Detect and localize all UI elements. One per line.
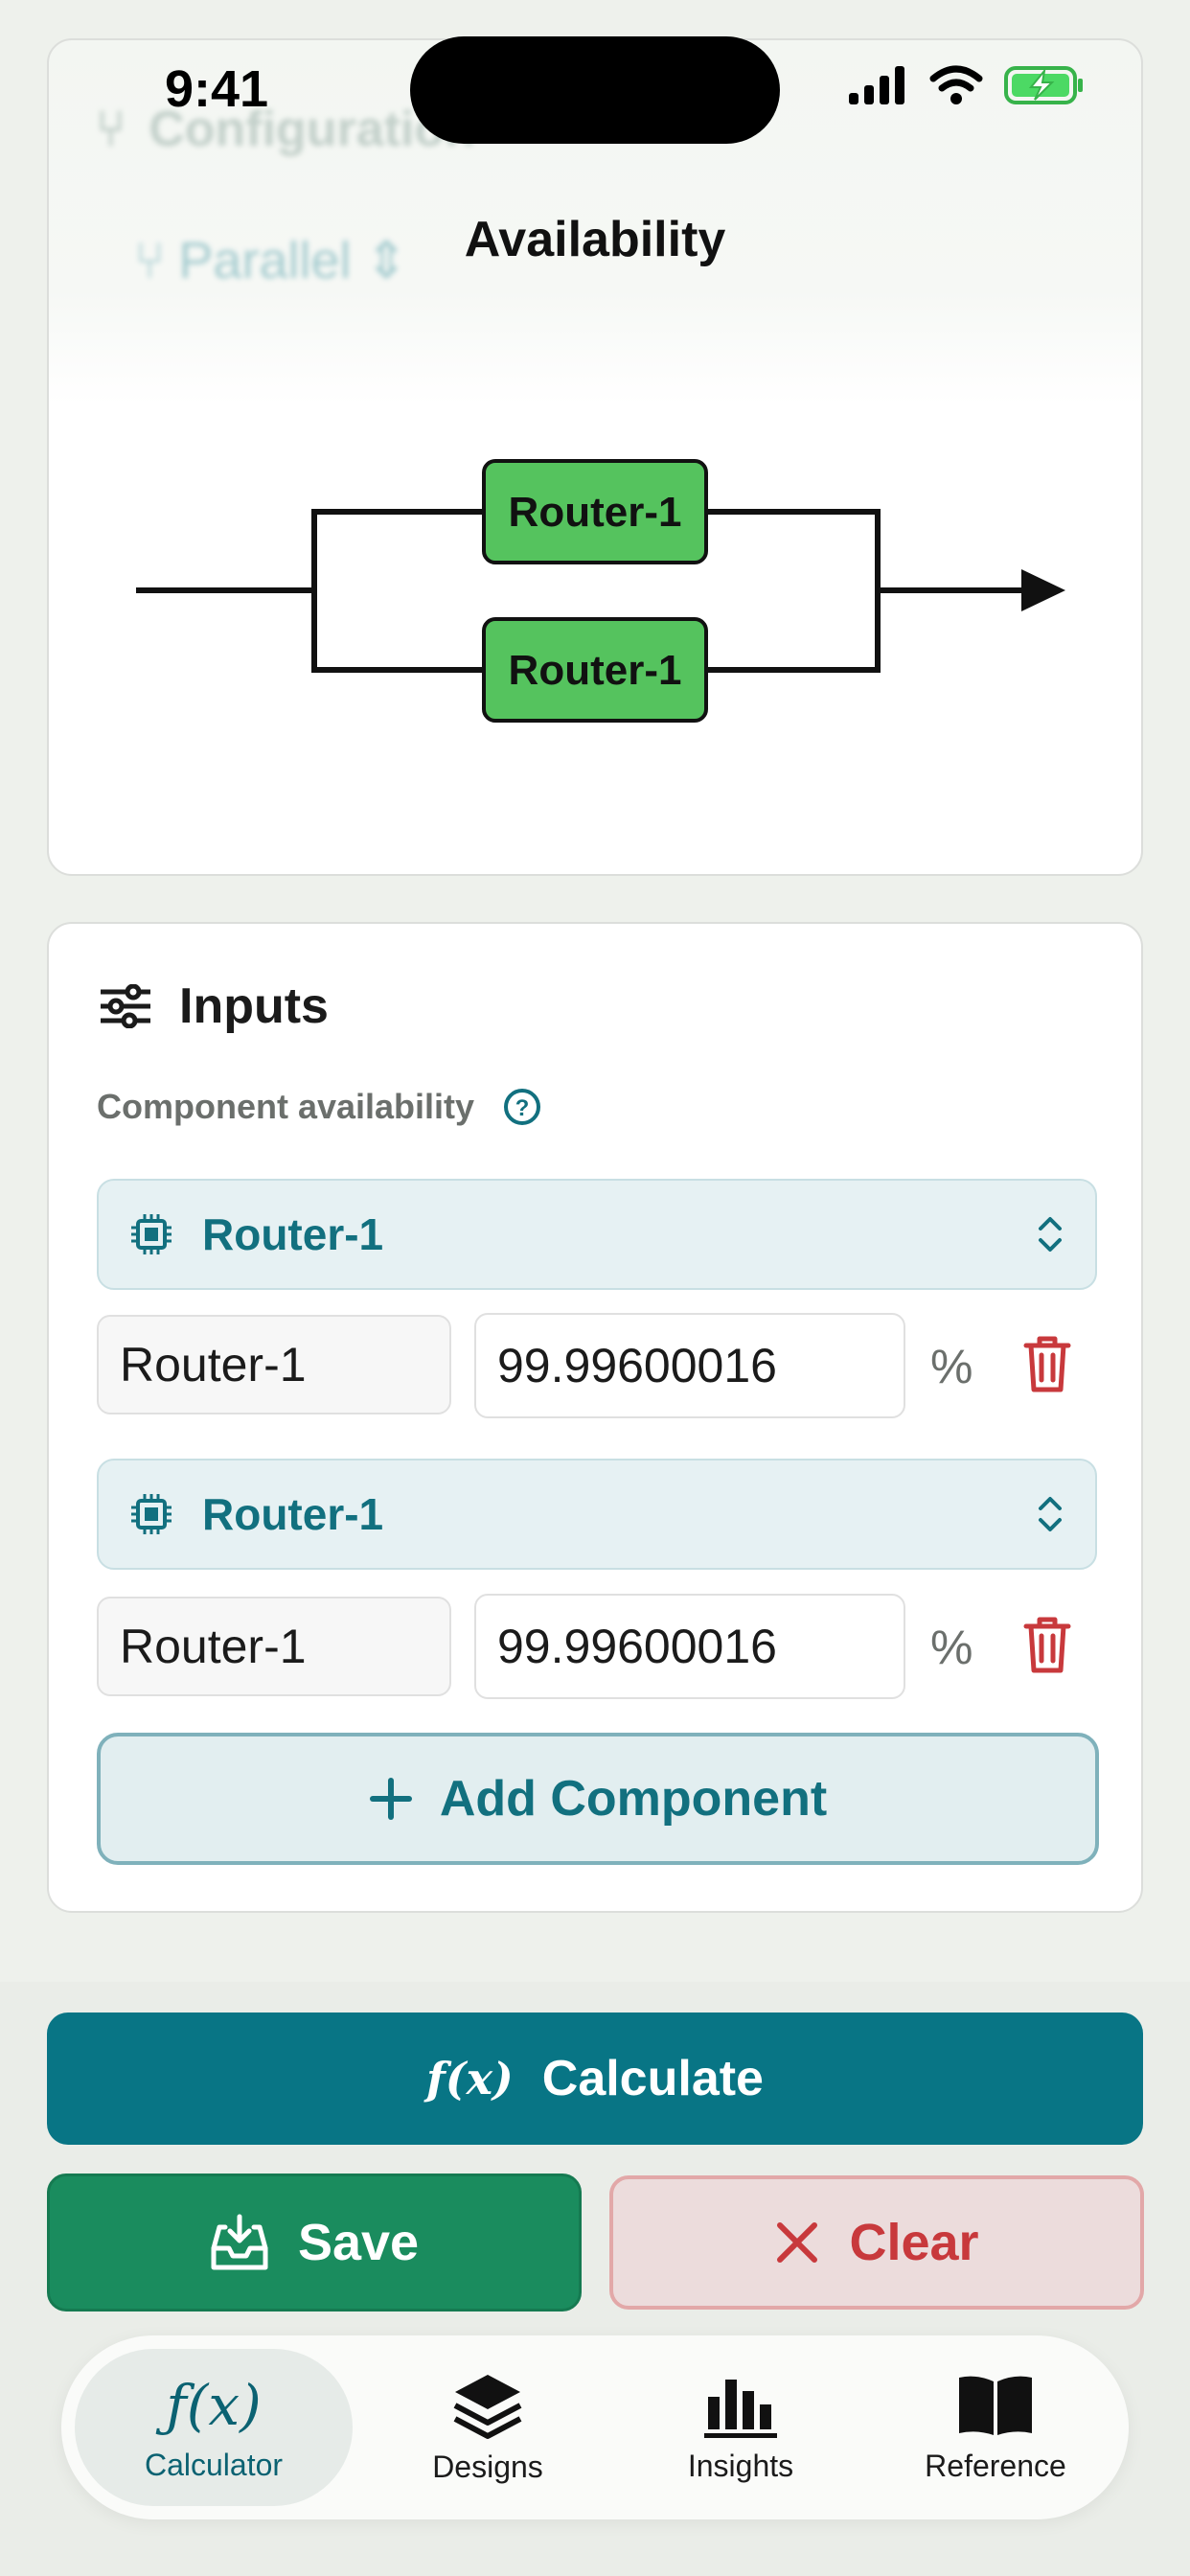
help-icon[interactable]: ? bbox=[503, 1088, 541, 1126]
bar-chart-icon bbox=[704, 2379, 777, 2438]
close-icon bbox=[777, 2222, 818, 2263]
chevron-updown-icon bbox=[1039, 1497, 1062, 1531]
tab-label: Reference bbox=[925, 2448, 1066, 2483]
tab-label: Designs bbox=[432, 2449, 543, 2484]
sliders-icon bbox=[101, 984, 150, 1028]
tab-label: Insights bbox=[687, 2448, 794, 2483]
inputs-title: Inputs bbox=[179, 978, 329, 1034]
component-picker[interactable]: Router-1 bbox=[97, 1179, 1097, 1290]
inputs-card: Inputs Component availability ? Router-1… bbox=[47, 922, 1143, 1913]
block-label: Router-1 bbox=[509, 647, 682, 694]
add-component-button[interactable]: Add Component bbox=[97, 1733, 1099, 1865]
component-name-field[interactable]: Router-1 bbox=[97, 1597, 451, 1696]
percent-unit: % bbox=[930, 1621, 973, 1674]
component-availability-label: Component availability ? bbox=[97, 1087, 541, 1127]
clear-button[interactable]: Clear bbox=[609, 2175, 1144, 2310]
tab-designs[interactable]: Designs bbox=[349, 2349, 627, 2506]
function-icon: ƒ(x) bbox=[166, 2372, 262, 2438]
tab-calculator[interactable]: ƒ(x) Calculator bbox=[75, 2349, 353, 2506]
tray-download-icon bbox=[211, 2214, 268, 2270]
function-icon: f(x) bbox=[426, 2053, 514, 2104]
join-lines bbox=[705, 509, 881, 673]
save-button[interactable]: Save bbox=[47, 2174, 582, 2312]
signal-icon bbox=[849, 66, 904, 104]
clear-label: Clear bbox=[849, 2214, 979, 2271]
arrow-head-icon bbox=[1021, 569, 1065, 611]
app-screen: ⑂ Configuration ⑂ Parallel ⇕ Availabilit… bbox=[0, 0, 1190, 2576]
dynamic-island bbox=[410, 36, 780, 144]
tab-insights[interactable]: Insights bbox=[602, 2349, 880, 2506]
add-component-label: Add Component bbox=[439, 1771, 828, 1827]
chevron-updown-icon bbox=[1039, 1217, 1062, 1252]
svg-text:?: ? bbox=[515, 1095, 530, 1121]
calculate-button[interactable]: f(x) Calculate bbox=[47, 2012, 1143, 2145]
save-label: Save bbox=[297, 2214, 420, 2271]
availability-value-input[interactable]: 99.99600016 bbox=[474, 1594, 905, 1699]
picker-label: Router-1 bbox=[202, 1209, 384, 1259]
availability-value-input[interactable]: 99.99600016 bbox=[474, 1313, 905, 1418]
status-time: 9:41 bbox=[165, 60, 269, 118]
tab-reference[interactable]: Reference bbox=[857, 2349, 1134, 2506]
trash-icon[interactable] bbox=[1022, 1334, 1072, 1393]
component-picker[interactable]: Router-1 bbox=[97, 1459, 1097, 1570]
block-label: Router-1 bbox=[509, 489, 682, 536]
calculate-label: Calculate bbox=[541, 2051, 764, 2106]
chip-icon bbox=[131, 1494, 172, 1534]
plus-icon bbox=[369, 1778, 412, 1820]
split-lines bbox=[311, 509, 487, 673]
inputs-header: Inputs bbox=[99, 978, 329, 1035]
picker-label: Router-1 bbox=[202, 1489, 384, 1539]
tab-bar: ƒ(x) Calculator Designs Insights Referen… bbox=[61, 2335, 1129, 2519]
book-icon bbox=[959, 2376, 1032, 2435]
percent-unit: % bbox=[930, 1340, 973, 1393]
component-name-field[interactable]: Router-1 bbox=[97, 1315, 451, 1414]
status-icons bbox=[849, 65, 1085, 105]
battery-charging-icon bbox=[1004, 66, 1083, 104]
wifi-icon bbox=[929, 65, 983, 104]
tab-label: Calculator bbox=[144, 2447, 284, 2482]
chip-icon bbox=[131, 1214, 172, 1254]
layers-icon bbox=[453, 2374, 522, 2439]
trash-icon[interactable] bbox=[1022, 1615, 1072, 1674]
